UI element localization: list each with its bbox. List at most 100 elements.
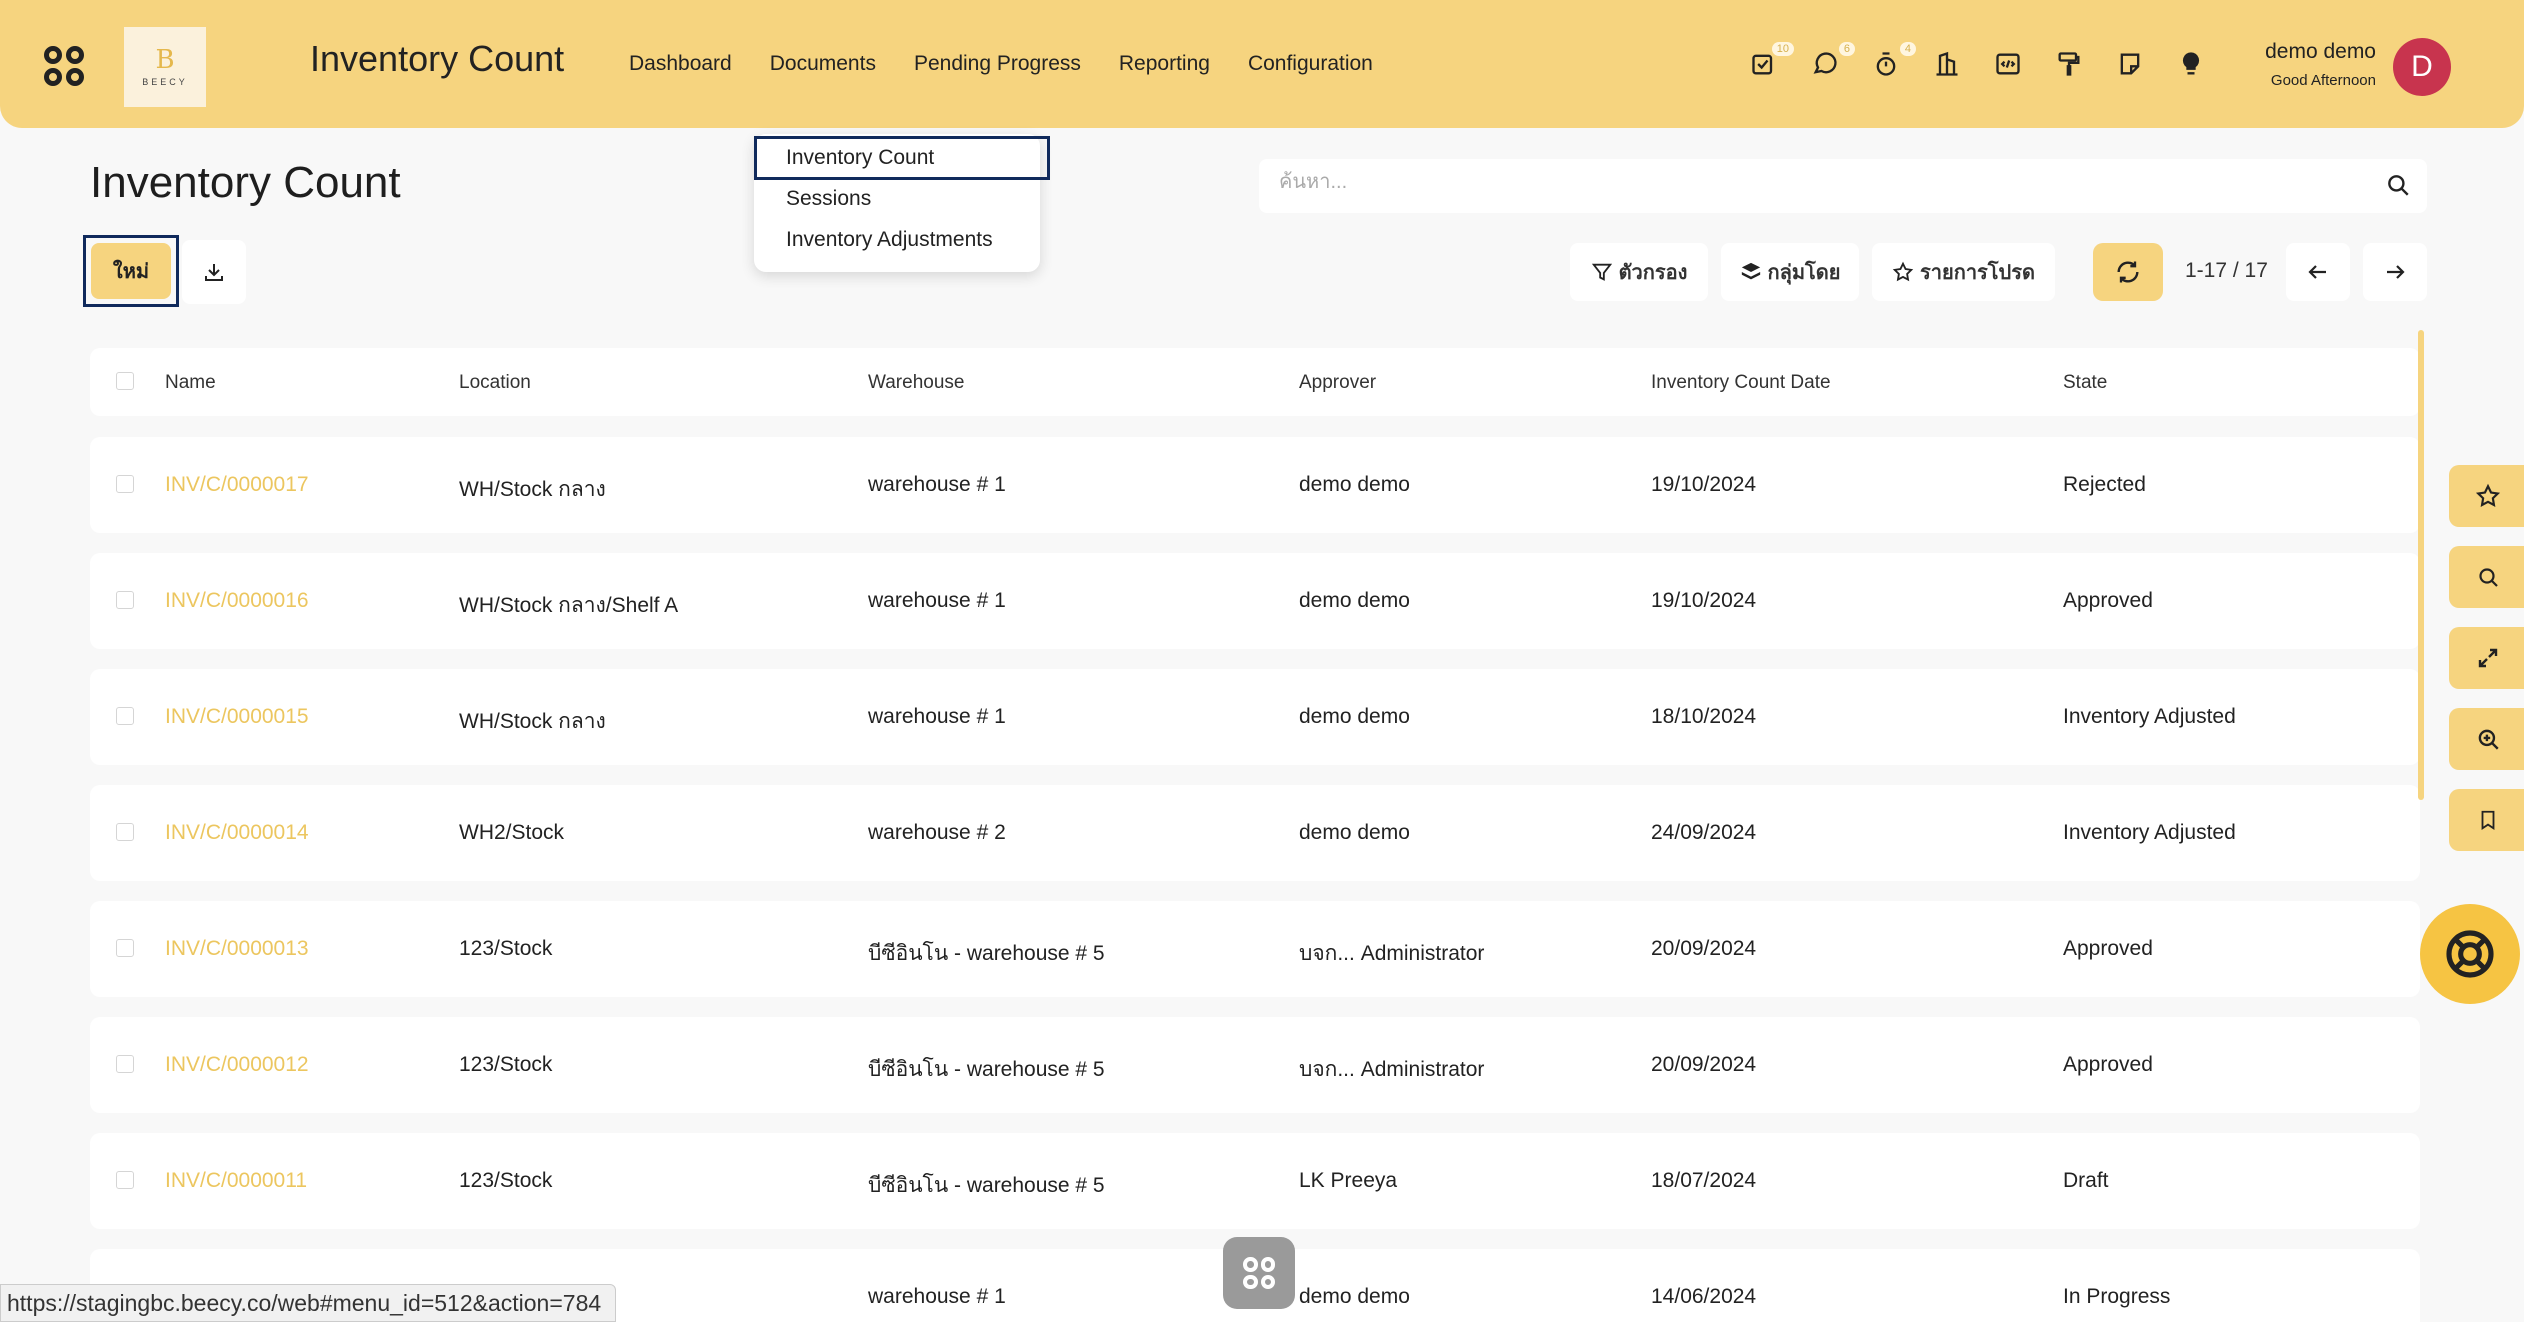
arrow-right-icon bbox=[2387, 265, 2405, 279]
side-expand-button[interactable] bbox=[2449, 627, 2524, 689]
paint-roller-icon[interactable] bbox=[2053, 48, 2085, 80]
select-all-checkbox[interactable] bbox=[116, 372, 134, 390]
row-checkbox[interactable] bbox=[116, 591, 134, 609]
table-row[interactable]: INV/C/0000013 123/Stock บีซีอินโน - ware… bbox=[90, 901, 2420, 997]
code-icon[interactable] bbox=[1992, 48, 2024, 80]
table-row[interactable]: INV/C/0000011 123/Stock บีซีอินโน - ware… bbox=[90, 1133, 2420, 1229]
row-location: WH/Stock กลาง/Shelf A bbox=[459, 594, 679, 617]
row-approver: demo demo bbox=[1299, 473, 1410, 496]
row-location: 123/Stock bbox=[459, 1169, 553, 1192]
row-location: 123/Stock bbox=[459, 1053, 553, 1076]
row-checkbox[interactable] bbox=[116, 707, 134, 725]
search-input[interactable] bbox=[1279, 171, 2319, 194]
apps-menu-icon[interactable] bbox=[44, 46, 84, 86]
chat-badge: 6 bbox=[1838, 42, 1855, 56]
column-header-name[interactable]: Name bbox=[165, 372, 216, 394]
row-approver: บจก... Administrator bbox=[1299, 942, 1485, 965]
table-row[interactable]: INV/C/0000012 123/Stock บีซีอินโน - ware… bbox=[90, 1017, 2420, 1113]
row-state: Approved bbox=[2063, 1053, 2153, 1076]
favorites-label: รายการโปรด bbox=[1920, 262, 2035, 284]
building-icon[interactable] bbox=[1931, 48, 1963, 80]
search-icon bbox=[2479, 568, 2498, 587]
row-state: Approved bbox=[2063, 937, 2153, 960]
help-button[interactable] bbox=[2420, 904, 2520, 1004]
table-header: Name Location Warehouse Approver Invento… bbox=[90, 348, 2420, 416]
focus-highlight bbox=[754, 136, 1050, 180]
row-date: 18/07/2024 bbox=[1651, 1169, 1757, 1192]
floating-apps-button[interactable] bbox=[1223, 1237, 1295, 1309]
side-bookmark-button[interactable] bbox=[2449, 789, 2524, 851]
table-row[interactable]: INV/C/0000015 WH/Stock กลาง warehouse # … bbox=[90, 669, 2420, 765]
favorites-button[interactable]: รายการโปรด bbox=[1872, 243, 2055, 301]
menu-item-sessions[interactable]: Sessions bbox=[786, 187, 871, 211]
column-header-date[interactable]: Inventory Count Date bbox=[1651, 372, 1831, 394]
group-by-button[interactable]: กลุ่มโดย bbox=[1721, 243, 1859, 301]
top-bar: B BEECY Inventory Count Dashboard Docume… bbox=[0, 0, 2524, 128]
side-search-button[interactable] bbox=[2449, 546, 2524, 608]
lightbulb-icon[interactable] bbox=[2175, 48, 2207, 80]
pager-next-button[interactable] bbox=[2363, 243, 2427, 301]
pager-previous-button[interactable] bbox=[2286, 243, 2350, 301]
table-row[interactable]: INV/C/0000014 WH2/Stock warehouse # 2 de… bbox=[90, 785, 2420, 881]
side-zoom-button[interactable] bbox=[2449, 708, 2524, 770]
nav-reporting[interactable]: Reporting bbox=[1119, 52, 1210, 76]
row-state: Approved bbox=[2063, 589, 2153, 612]
scrollbar[interactable] bbox=[2418, 330, 2424, 800]
main-nav: Dashboard Documents Pending Progress Rep… bbox=[629, 52, 1373, 76]
row-name[interactable]: INV/C/0000014 bbox=[165, 821, 309, 845]
row-location: WH2/Stock bbox=[459, 821, 565, 844]
row-location: WH/Stock กลาง bbox=[459, 478, 606, 501]
row-checkbox[interactable] bbox=[116, 939, 134, 957]
row-checkbox[interactable] bbox=[116, 1055, 134, 1073]
row-warehouse: warehouse # 2 bbox=[868, 821, 1006, 844]
row-state: Inventory Adjusted bbox=[2063, 705, 2236, 728]
user-name[interactable]: demo demo bbox=[2263, 40, 2376, 64]
layers-icon bbox=[1741, 262, 1760, 280]
row-checkbox[interactable] bbox=[116, 823, 134, 841]
timer-icon[interactable]: 4 bbox=[1870, 42, 1916, 80]
star-outline-icon bbox=[1892, 261, 1914, 282]
column-header-approver[interactable]: Approver bbox=[1299, 372, 1376, 394]
company-logo[interactable]: B BEECY bbox=[124, 27, 206, 107]
new-button-label: ใหม่ bbox=[91, 243, 171, 299]
timer-badge: 4 bbox=[1899, 42, 1916, 56]
search-icon[interactable] bbox=[2385, 172, 2411, 198]
column-header-warehouse[interactable]: Warehouse bbox=[868, 372, 964, 394]
filter-icon bbox=[1591, 263, 1612, 281]
row-name[interactable]: INV/C/0000016 bbox=[165, 589, 309, 613]
filter-button[interactable]: ตัวกรอง bbox=[1570, 243, 1708, 301]
row-name[interactable]: INV/C/0000013 bbox=[165, 937, 309, 961]
row-name[interactable]: INV/C/0000017 bbox=[165, 473, 309, 497]
note-icon[interactable] bbox=[2114, 48, 2146, 80]
side-star-button[interactable] bbox=[2449, 465, 2524, 527]
row-name[interactable]: INV/C/0000012 bbox=[165, 1053, 309, 1077]
table-row[interactable]: INV/C/0000017 WH/Stock กลาง warehouse # … bbox=[90, 437, 2420, 533]
bookmark-icon bbox=[2481, 810, 2495, 830]
row-warehouse: warehouse # 1 bbox=[868, 589, 1006, 612]
download-button[interactable] bbox=[182, 240, 246, 304]
menu-item-inventory-adjustments[interactable]: Inventory Adjustments bbox=[786, 228, 993, 252]
row-warehouse: warehouse # 1 bbox=[868, 705, 1006, 728]
activity-icon[interactable]: 10 bbox=[1748, 42, 1794, 80]
table-row[interactable]: INV/C/0000016 WH/Stock กลาง/Shelf A ware… bbox=[90, 553, 2420, 649]
column-header-state[interactable]: State bbox=[2063, 372, 2107, 394]
row-name[interactable]: INV/C/0000011 bbox=[165, 1169, 307, 1193]
pager-value[interactable]: 1-17 / 17 bbox=[2185, 259, 2268, 283]
nav-pending-progress[interactable]: Pending Progress bbox=[914, 52, 1081, 76]
nav-documents[interactable]: Documents bbox=[770, 52, 876, 76]
nav-configuration[interactable]: Configuration bbox=[1248, 52, 1373, 76]
new-button[interactable]: ใหม่ bbox=[83, 235, 179, 307]
row-state: Draft bbox=[2063, 1169, 2109, 1192]
row-checkbox[interactable] bbox=[116, 475, 134, 493]
row-name[interactable]: INV/C/0000015 bbox=[165, 705, 309, 729]
search-bar bbox=[1259, 159, 2427, 213]
refresh-button[interactable] bbox=[2093, 243, 2163, 301]
row-state: In Progress bbox=[2063, 1285, 2171, 1308]
chat-icon[interactable]: 6 bbox=[1809, 42, 1855, 80]
row-checkbox[interactable] bbox=[116, 1171, 134, 1189]
logo-text: BEECY bbox=[142, 77, 188, 87]
nav-dashboard[interactable]: Dashboard bbox=[629, 52, 732, 76]
avatar[interactable]: D bbox=[2393, 38, 2451, 96]
row-location: WH/Stock กลาง bbox=[459, 710, 606, 733]
column-header-location[interactable]: Location bbox=[459, 372, 531, 394]
